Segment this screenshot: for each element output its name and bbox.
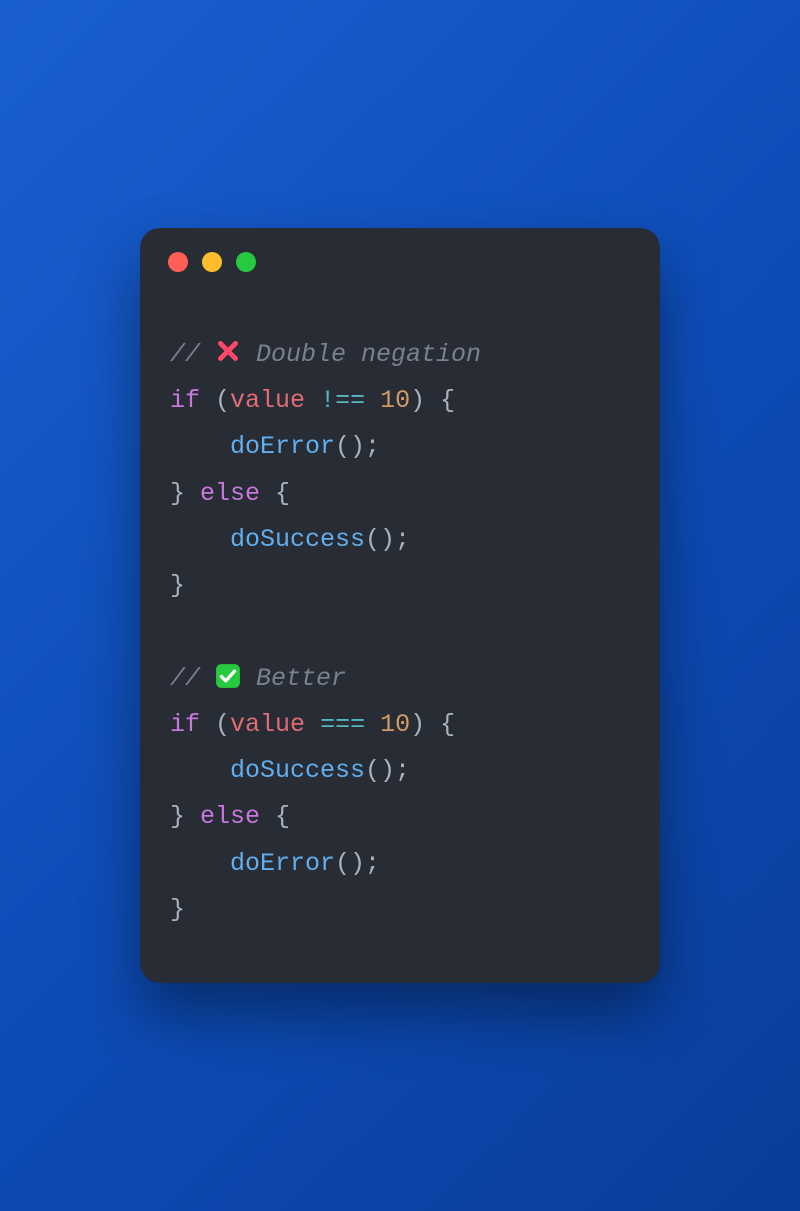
code-line: doError(); [170,841,630,887]
maximize-button[interactable] [236,252,256,272]
code-line: doSuccess(); [170,517,630,563]
code-line: doSuccess(); [170,748,630,794]
comment-line: // Better [170,656,630,702]
window-titlebar [140,228,660,282]
code-line: if (value === 10) { [170,702,630,748]
minimize-button[interactable] [202,252,222,272]
code-line: doError(); [170,424,630,470]
blank-line [170,609,630,655]
comment-line: // Double negation [170,332,630,378]
check-mark-icon [215,660,241,686]
code-window: // Double negation if (value !== 10) { d… [140,228,660,983]
code-line: } else { [170,471,630,517]
cross-mark-icon [215,335,241,361]
code-line: if (value !== 10) { [170,378,630,424]
code-line: } else { [170,794,630,840]
close-button[interactable] [168,252,188,272]
code-line: } [170,563,630,609]
code-block: // Double negation if (value !== 10) { d… [140,282,660,933]
code-line: } [170,887,630,933]
